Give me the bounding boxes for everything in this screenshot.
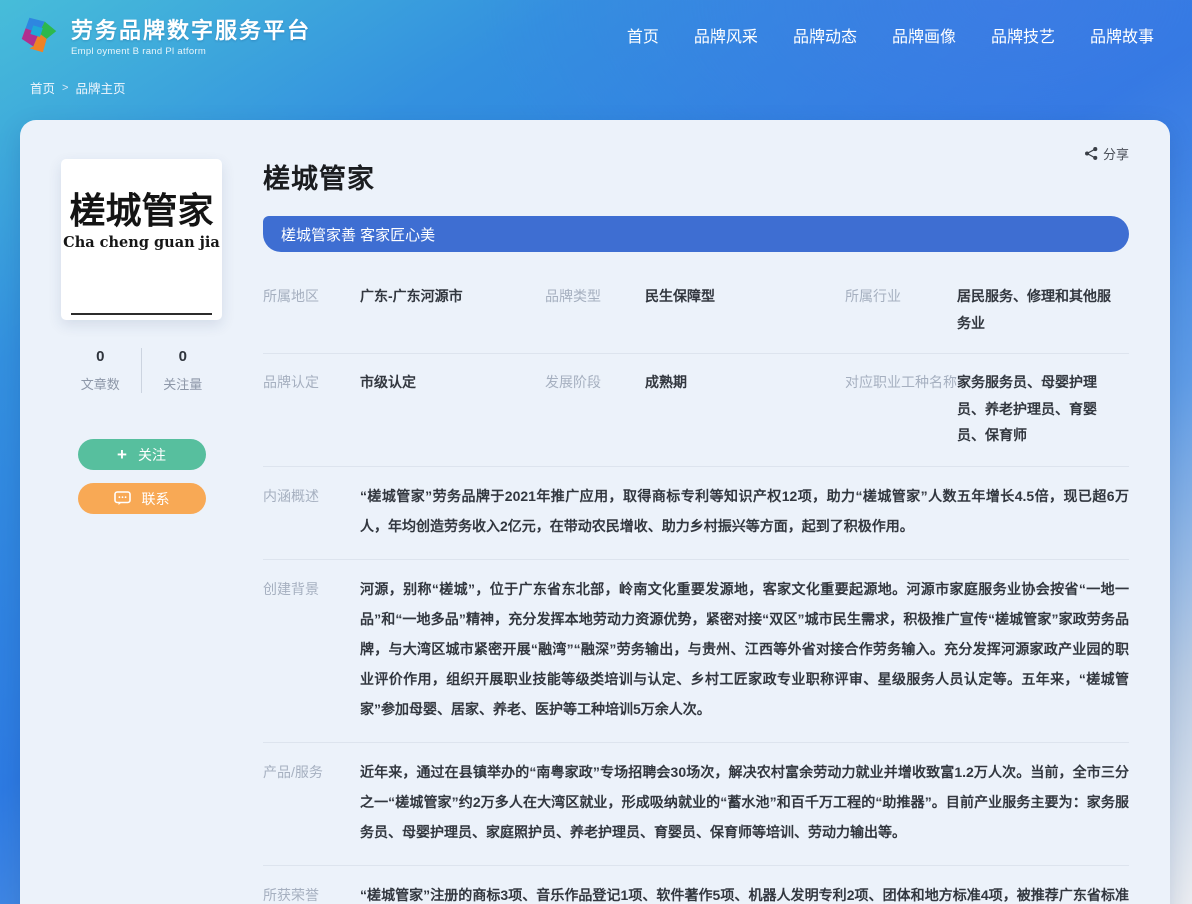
share-label: 分享 [1103, 144, 1129, 163]
plus-icon: + [117, 446, 127, 463]
section-background: 创建背景 河源，别称“槎城”，位于广东省东北部，岭南文化重要发源地，客家文化重要… [263, 560, 1129, 743]
stat-articles: 0 文章数 [60, 348, 142, 393]
nav-item-brand-style[interactable]: 品牌风采 [694, 23, 758, 47]
field-row-1: 所属地区 广东-广东河源市 品牌类型 民生保障型 所属行业 居民服务、修理和其他… [263, 268, 1129, 354]
brand-block: 劳务品牌数字服务平台 Empl oyment B rand Pl atform [71, 13, 311, 57]
articles-label: 文章数 [60, 374, 142, 393]
section-honors-label: 所获荣誉 [263, 880, 360, 904]
section-overview-label: 内涵概述 [263, 481, 360, 541]
contact-button-label: 联系 [142, 489, 170, 509]
field-brand-type-value: 民生保障型 [645, 283, 845, 310]
profile-sidebar: 槎城管家 Cha cheng guan jia 0 文章数 0 关注量 + 关注 [20, 120, 263, 904]
breadcrumb: 首页 > 品牌主页 [0, 78, 1192, 97]
field-row-2: 品牌认定 市级认定 发展阶段 成熟期 对应职业工种名称 家务服务员、母婴护理员、… [263, 354, 1129, 467]
main-nav: 首页 品牌风采 品牌动态 品牌画像 品牌技艺 品牌故事 [627, 23, 1154, 47]
nav-item-home[interactable]: 首页 [627, 23, 659, 47]
articles-count: 0 [60, 348, 142, 365]
follow-button[interactable]: + 关注 [78, 439, 206, 470]
field-region-label: 所属地区 [263, 283, 360, 310]
field-region-value: 广东-广东河源市 [360, 283, 545, 310]
followers-label: 关注量 [142, 374, 224, 393]
contact-button[interactable]: 联系 [78, 483, 206, 514]
app-header: 劳务品牌数字服务平台 Empl oyment B rand Pl atform … [0, 0, 1192, 70]
field-stage-label: 发展阶段 [545, 369, 645, 396]
section-overview: 内涵概述 “槎城管家”劳务品牌于2021年推广应用，取得商标专利等知识产权12项… [263, 467, 1129, 560]
share-icon [1084, 146, 1099, 161]
brand-slogan-text: 槎城管家善 客家匠心美 [281, 224, 435, 245]
brand-logo-underline [71, 313, 213, 315]
app-subtitle: Empl oyment B rand Pl atform [71, 46, 311, 57]
section-products: 产品/服务 近年来，通过在县镇举办的“南粤家政”专场招聘会30场次，解决农村富余… [263, 743, 1129, 866]
section-background-label: 创建背景 [263, 574, 360, 724]
brand-logo-pinyin: Cha cheng guan jia [63, 234, 220, 251]
nav-item-brand-portrait[interactable]: 品牌画像 [892, 23, 956, 47]
breadcrumb-separator: > [62, 82, 68, 94]
stat-followers: 0 关注量 [141, 348, 224, 393]
field-certification-label: 品牌认定 [263, 369, 360, 396]
page-title: 槎城管家 [263, 157, 1129, 196]
section-products-text: 近年来，通过在县镇举办的“南粤家政”专场招聘会30场次，解决农村富余劳动力就业并… [360, 757, 1129, 847]
brand-slogan-banner: 槎城管家善 客家匠心美 [263, 216, 1129, 252]
field-occupations-label: 对应职业工种名称 [845, 369, 957, 396]
profile-stats: 0 文章数 0 关注量 [60, 348, 224, 393]
section-products-label: 产品/服务 [263, 757, 360, 847]
section-overview-text: “槎城管家”劳务品牌于2021年推广应用，取得商标专利等知识产权12项，助力“槎… [360, 481, 1129, 541]
field-brand-type-label: 品牌类型 [545, 283, 645, 310]
field-certification-value: 市级认定 [360, 369, 545, 396]
app-title: 劳务品牌数字服务平台 [71, 13, 311, 45]
field-occupations-value: 家务服务员、母婴护理员、养老护理员、育婴员、保育师 [957, 369, 1129, 449]
brand-logo-text: 槎城管家 [69, 193, 213, 229]
followers-count: 0 [142, 348, 224, 365]
chat-bubble-icon [114, 491, 131, 506]
nav-item-brand-skill[interactable]: 品牌技艺 [991, 23, 1055, 47]
section-background-text: 河源，别称“槎城”，位于广东省东北部，岭南文化重要发源地，客家文化重要起源地。河… [360, 574, 1129, 724]
breadcrumb-current: 品牌主页 [75, 78, 125, 97]
follow-button-label: 关注 [138, 445, 166, 465]
section-honors-text: “槎城管家”注册的商标3项、音乐作品登记1项、软件著作5项、机器人发明专利2项、… [360, 880, 1129, 904]
nav-item-brand-story[interactable]: 品牌故事 [1090, 23, 1154, 47]
field-industry-value: 居民服务、修理和其他服务业 [957, 283, 1129, 336]
nav-item-brand-news[interactable]: 品牌动态 [793, 23, 857, 47]
section-honors: 所获荣誉 “槎城管家”注册的商标3项、音乐作品登记1项、软件著作5项、机器人发明… [263, 866, 1129, 904]
profile-main: 分享 槎城管家 槎城管家善 客家匠心美 所属地区 广东-广东河源市 品牌类型 民… [263, 120, 1170, 904]
field-industry-label: 所属行业 [845, 283, 957, 310]
brand-logo-image: 槎城管家 Cha cheng guan jia [61, 159, 222, 320]
field-stage-value: 成熟期 [645, 369, 845, 396]
breadcrumb-home[interactable]: 首页 [30, 78, 55, 97]
brand-fields: 所属地区 广东-广东河源市 品牌类型 民生保障型 所属行业 居民服务、修理和其他… [263, 268, 1129, 467]
share-button[interactable]: 分享 [1084, 144, 1129, 163]
platform-logo-icon [16, 12, 62, 58]
brand-profile-card: 槎城管家 Cha cheng guan jia 0 文章数 0 关注量 + 关注 [20, 120, 1170, 904]
